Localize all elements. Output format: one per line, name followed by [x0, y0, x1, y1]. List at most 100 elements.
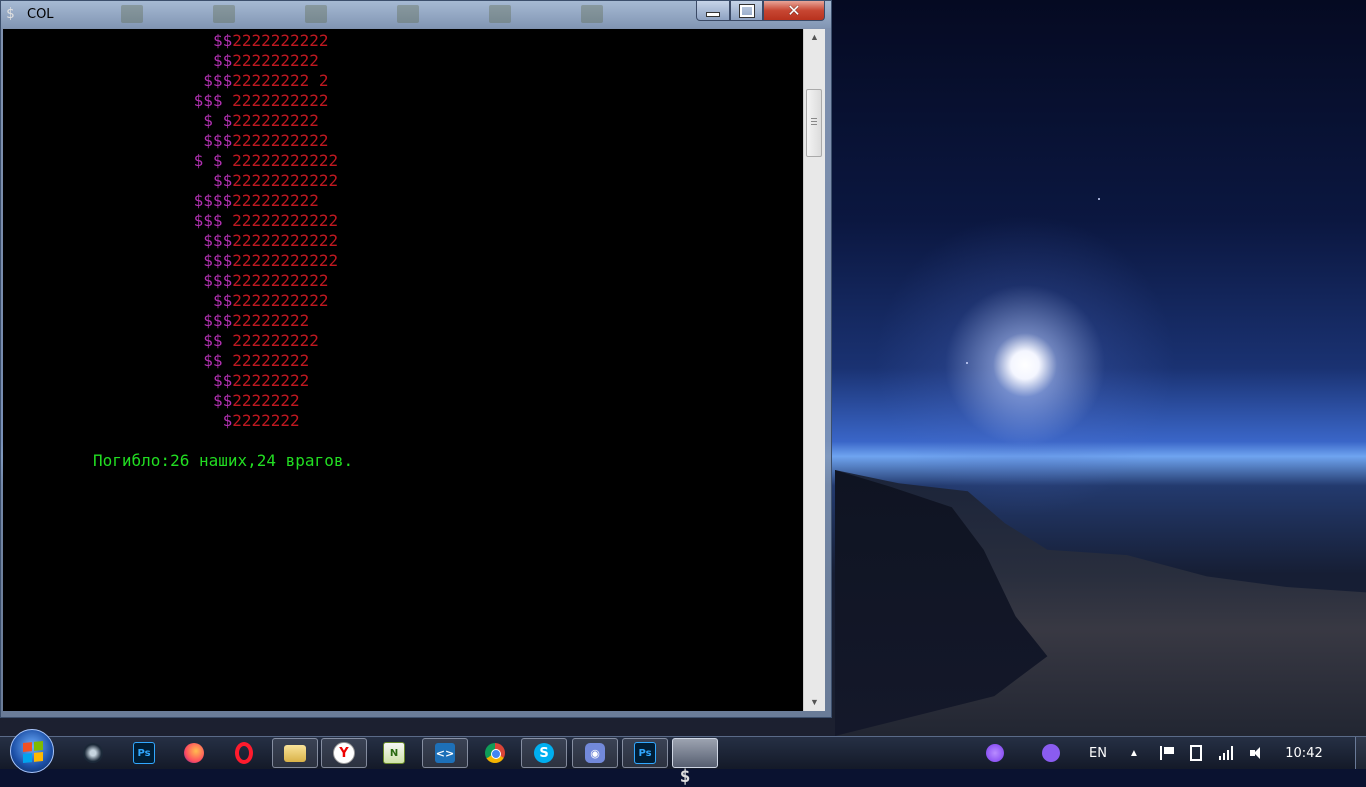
console-line: $$ 22222222 — [203, 351, 309, 371]
start-button[interactable] — [10, 729, 54, 773]
firefox-icon — [184, 743, 204, 763]
discord-icon: ◉ — [585, 743, 605, 763]
console-line: $$$ 2222222222 — [194, 91, 329, 111]
digit-run: 22222222 2 — [232, 71, 329, 90]
window-titlebar[interactable]: $ COL ✕ — [1, 1, 831, 28]
taskbar-console[interactable]: $ — [672, 738, 718, 787]
close-icon: ✕ — [787, 1, 801, 20]
digit-run: 222222222 — [232, 51, 319, 70]
battery-icon[interactable] — [1188, 737, 1204, 769]
digit-run: 222222222 — [232, 111, 319, 130]
digit-run: 22222222222 — [232, 171, 339, 190]
console-line: $$2222222 — [213, 391, 300, 411]
digit-run: 2222222222 — [232, 31, 329, 50]
digit-run: 2222222222 — [232, 271, 329, 290]
digit-run: 2222222222 — [232, 291, 329, 310]
taskbar-notepad[interactable]: N — [371, 738, 417, 768]
dollar-signs: $$$ — [203, 231, 233, 250]
digit-run: 22222222222 — [232, 231, 339, 250]
clock[interactable]: 10:42 — [1283, 737, 1325, 769]
dollar-signs: $$$ — [203, 131, 233, 150]
console-line: $$$22222222 — [203, 311, 309, 331]
console-line: $2222222 — [223, 411, 300, 431]
digit-run: 22222222 — [232, 311, 310, 330]
console-line: $$$22222222222 — [203, 251, 338, 271]
console-line: $$222222222 — [213, 51, 319, 71]
console-line: $$$2222222222 — [203, 131, 328, 151]
console-line: $$$22222222 2 — [203, 71, 328, 91]
dollar-signs: $$$ — [203, 311, 233, 330]
console-line: $$2222222222 — [213, 31, 329, 51]
digit-run: 222222222 — [232, 331, 319, 350]
wallpaper-star — [966, 362, 968, 364]
scroll-up-arrow-icon[interactable]: ▲ — [804, 29, 825, 46]
digit-run: 22222222 — [232, 351, 310, 370]
network-signal-icon[interactable] — [1218, 737, 1236, 769]
dollar-signs: $$ — [203, 331, 233, 350]
digit-run: 2222222222 — [232, 131, 329, 150]
minimize-icon — [706, 12, 720, 17]
taskbar-photoshop[interactable]: Ps — [121, 738, 167, 768]
wallpaper-star — [1098, 198, 1100, 200]
taskbar-opera[interactable] — [221, 738, 267, 768]
taskbar-steam[interactable] — [70, 738, 116, 768]
dollar-signs: $$$ — [203, 271, 233, 290]
dollar-signs: $$$ — [203, 251, 233, 270]
minimize-button[interactable] — [696, 1, 730, 21]
taskbar-photoshop-2[interactable]: Ps — [622, 738, 668, 768]
digit-run: 22222222222 — [232, 211, 339, 230]
taskbar-skype[interactable]: S — [521, 738, 567, 768]
dollar-console-icon: $ — [679, 767, 691, 787]
close-button[interactable]: ✕ — [763, 1, 825, 21]
show-hidden-icons-icon[interactable]: ▲ — [1128, 737, 1140, 769]
dollar-signs: $$$$ — [193, 191, 233, 210]
taskbar-explorer[interactable] — [272, 738, 318, 768]
status-line: Погибло:26 наших,24 врагов. — [93, 451, 354, 470]
dollar-console-icon: $ — [6, 6, 15, 22]
alice-icon[interactable] — [985, 737, 1005, 769]
taskbar-chrome[interactable] — [472, 738, 518, 768]
microphone-icon[interactable] — [1041, 737, 1061, 769]
console-line: $$22222222 — [213, 371, 309, 391]
dollar-signs: $$ — [212, 171, 233, 190]
dollar-signs: $ $ — [203, 111, 233, 130]
dollar-signs: $$ — [212, 391, 233, 410]
dollar-signs: $$$ — [193, 211, 233, 230]
dollar-signs: $$$ — [203, 71, 233, 90]
console-line: $$$$222222222 — [194, 191, 319, 211]
show-desktop-button[interactable] — [1355, 737, 1366, 769]
dollar-signs: $$ — [203, 351, 233, 370]
maximize-button[interactable] — [730, 1, 763, 21]
console-line: $$ 222222222 — [203, 331, 319, 351]
windows-logo-icon — [23, 740, 43, 764]
skype-icon: S — [534, 743, 554, 763]
taskbar-vscode[interactable]: <> — [422, 738, 468, 768]
digit-run: 2222222 — [232, 411, 300, 430]
console-line: $$$22222222222 — [203, 231, 338, 251]
action-center-flag-icon[interactable] — [1158, 737, 1176, 769]
scrollbar-thumb[interactable] — [806, 89, 822, 157]
console-output[interactable]: Погибло:26 наших,24 врагов. $$2222222222… — [3, 29, 803, 711]
chrome-icon — [485, 743, 505, 763]
dollar-signs: $ $ — [193, 151, 233, 170]
console-window[interactable]: $ COL ✕ Погибло:26 наших,24 врагов. $$22… — [0, 0, 832, 718]
scroll-down-arrow-icon[interactable]: ▼ — [804, 694, 825, 711]
dollar-signs: $$ — [212, 31, 233, 50]
language-indicator[interactable]: EN — [1085, 737, 1111, 769]
dollar-signs: $$ — [212, 291, 233, 310]
digit-run: 22222222222 — [232, 251, 339, 270]
dollar-signs: $$$ — [193, 91, 233, 110]
vertical-scrollbar[interactable]: ▲ ▼ — [803, 29, 825, 711]
console-line: $ $ 22222222222 — [194, 151, 339, 171]
taskbar-discord[interactable]: ◉ — [572, 738, 618, 768]
dollar-signs: $$ — [212, 371, 233, 390]
dollar-signs: $ — [222, 411, 233, 430]
taskbar-yandex[interactable]: Y — [321, 738, 367, 768]
titlebar-background-icons — [121, 5, 673, 27]
taskbar-firefox[interactable] — [171, 738, 217, 768]
volume-icon[interactable] — [1248, 737, 1266, 769]
console-line: $$22222222222 — [213, 171, 338, 191]
restore-icon — [738, 3, 755, 18]
steam-icon — [83, 743, 103, 763]
console-line: $$$2222222222 — [203, 271, 328, 291]
